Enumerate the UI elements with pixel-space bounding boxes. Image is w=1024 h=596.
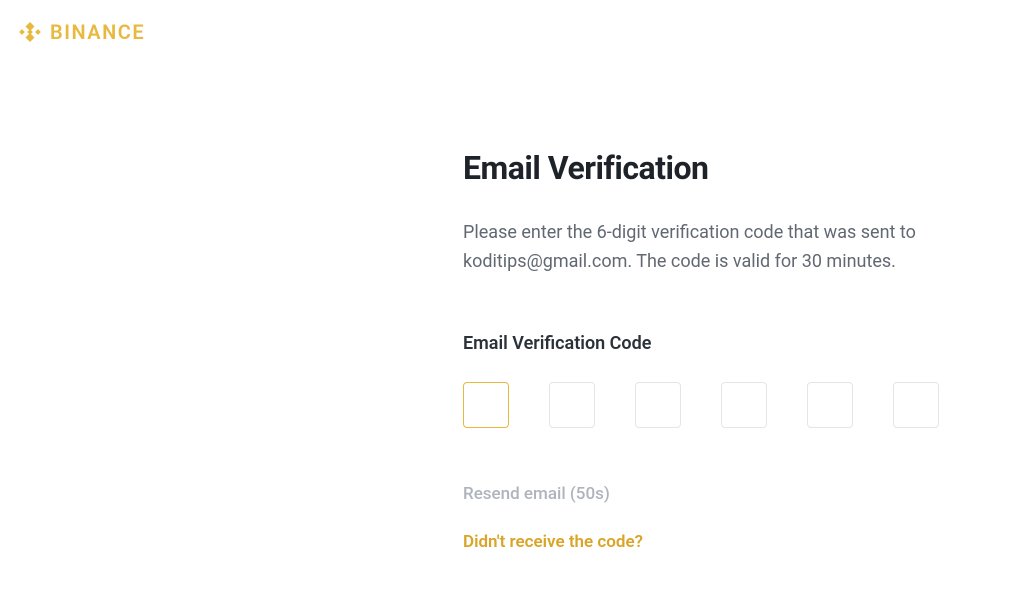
- verification-panel: Email Verification Please enter the 6-di…: [0, 64, 960, 552]
- code-digit-6[interactable]: [893, 382, 939, 428]
- header: BINANCE: [0, 0, 1024, 64]
- code-digit-1[interactable]: [463, 382, 509, 428]
- brand-name: BINANCE: [50, 20, 145, 44]
- code-input-group: [463, 382, 960, 428]
- brand-logo[interactable]: BINANCE: [18, 20, 145, 44]
- binance-logo-icon: [18, 20, 42, 44]
- help-link[interactable]: Didn't receive the code?: [463, 532, 643, 552]
- resend-countdown: Resend email (50s): [463, 484, 960, 504]
- code-digit-2[interactable]: [549, 382, 595, 428]
- verification-description: Please enter the 6-digit verification co…: [463, 219, 933, 277]
- code-digit-3[interactable]: [635, 382, 681, 428]
- code-digit-4[interactable]: [721, 382, 767, 428]
- code-field-label: Email Verification Code: [463, 333, 960, 354]
- page-title: Email Verification: [463, 149, 960, 187]
- code-digit-5[interactable]: [807, 382, 853, 428]
